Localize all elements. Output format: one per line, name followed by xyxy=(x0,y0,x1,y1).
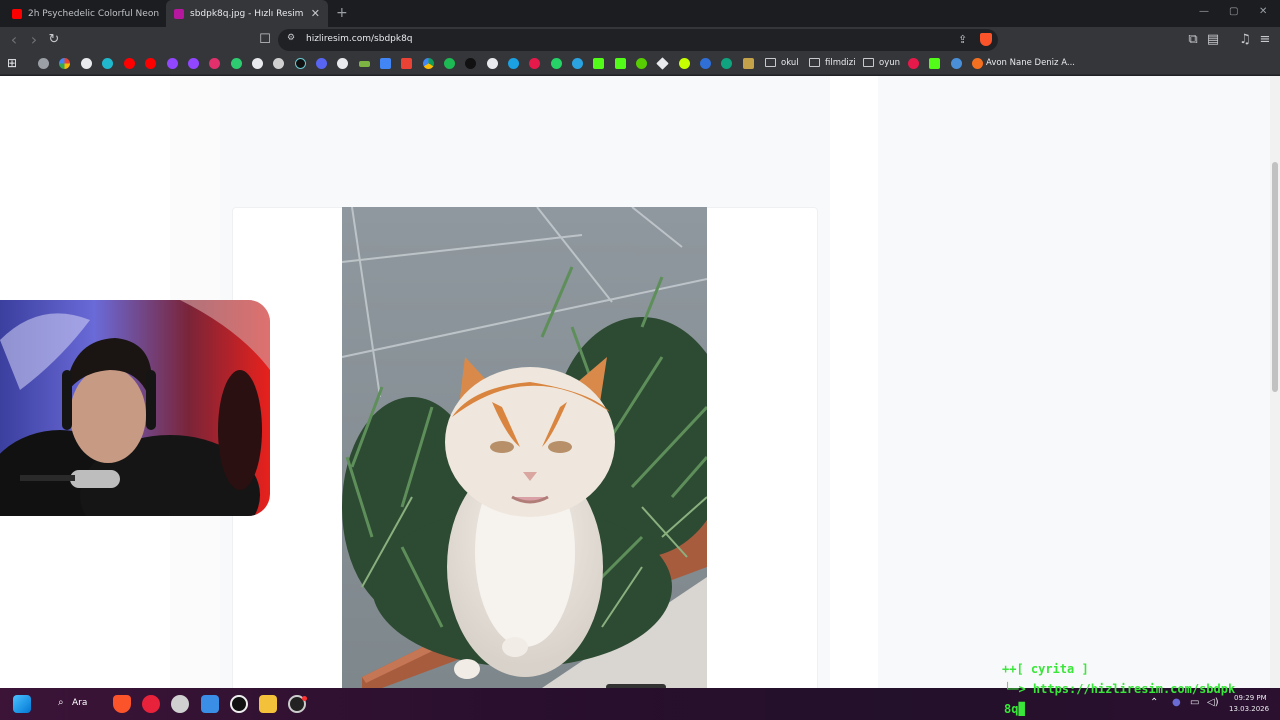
instagram-icon[interactable] xyxy=(209,58,220,69)
overlay-cursor-line: 8q▉ xyxy=(1004,702,1026,716)
threads-icon[interactable] xyxy=(273,58,284,69)
browser-toolbar: ‹ › ↻ ☐ ⚙ hizliresim.com/sbdpk8q ⇪ ⧉ ▤ ♫… xyxy=(0,27,1280,53)
bookmark-avon[interactable]: Avon Nane Deniz A... xyxy=(986,58,1075,68)
chatgpt-icon[interactable] xyxy=(721,58,732,69)
tab-youtube[interactable]: 2h Psychedelic Colorful Neon Backgr xyxy=(4,0,162,27)
media-icon[interactable]: ♫ xyxy=(1236,31,1254,49)
volume-icon[interactable]: ◁) xyxy=(1207,697,1219,708)
close-window-button[interactable]: ✕ xyxy=(1259,6,1267,17)
youtube-icon xyxy=(12,8,22,19)
notification-dot xyxy=(302,696,307,701)
tiktok-icon[interactable] xyxy=(295,58,306,69)
spotify-icon[interactable] xyxy=(444,58,455,69)
apps-icon[interactable]: ⊞ xyxy=(7,56,17,70)
capcut-icon[interactable] xyxy=(337,58,348,69)
github-icon[interactable] xyxy=(487,58,498,69)
google-icon[interactable] xyxy=(59,58,70,69)
mic-icon[interactable]: ● xyxy=(1172,697,1181,708)
media-player-icon[interactable] xyxy=(142,695,160,713)
network-icon[interactable]: ▭ xyxy=(1190,697,1199,708)
brave-icon[interactable] xyxy=(113,695,131,713)
dot-icon[interactable] xyxy=(465,58,476,69)
back-button[interactable]: ‹ xyxy=(5,31,23,49)
close-tab-icon[interactable]: ✕ xyxy=(311,7,320,20)
edge-icon[interactable] xyxy=(508,58,519,69)
brave-shield-icon[interactable] xyxy=(980,33,992,46)
gmail-icon[interactable] xyxy=(401,58,412,69)
tradingview-icon[interactable] xyxy=(231,58,242,69)
kick-icon[interactable] xyxy=(615,58,626,69)
file-explorer-icon[interactable] xyxy=(259,695,277,713)
folder-icon xyxy=(809,58,820,67)
sidebar-icon[interactable]: ▤ xyxy=(1204,31,1222,49)
folder-icon xyxy=(863,58,874,67)
bookmark-folder-okul[interactable]: okul xyxy=(781,58,799,68)
tab-hizliresim[interactable]: sbdpk8q.jpg - Hızlı Resim ✕ xyxy=(166,0,328,27)
cat-photo[interactable] xyxy=(342,207,707,688)
puzzle-icon[interactable] xyxy=(679,58,690,69)
chrome-icon[interactable] xyxy=(81,58,92,69)
bookmark-folder-oyun[interactable]: oyun xyxy=(879,58,900,68)
webcam-overlay xyxy=(0,300,270,516)
menu-icon[interactable]: ≡ xyxy=(1256,31,1274,49)
new-tab-button[interactable]: + xyxy=(336,5,348,21)
telegram-icon[interactable] xyxy=(572,58,583,69)
taskbar-time[interactable]: 09:29 PM xyxy=(1234,694,1267,702)
share-icon[interactable]: ⇪ xyxy=(958,33,967,46)
taskbar-search-label[interactable]: Ara xyxy=(72,698,87,708)
drop-icon[interactable] xyxy=(700,58,711,69)
obs-icon[interactable] xyxy=(171,695,189,713)
tray-chevron-icon[interactable]: ⌃ xyxy=(1150,697,1158,708)
history-icon[interactable] xyxy=(38,58,49,69)
minimize-button[interactable]: — xyxy=(1199,6,1209,17)
app-icon[interactable] xyxy=(529,58,540,69)
webcam-feed xyxy=(0,300,270,516)
duolingo-icon[interactable] xyxy=(636,58,647,69)
x-icon[interactable] xyxy=(252,58,263,69)
tab-strip: 2h Psychedelic Colorful Neon Backgr sbdp… xyxy=(0,0,1280,27)
avon-icon xyxy=(972,58,983,69)
app-icon[interactable] xyxy=(230,695,248,713)
notion-icon[interactable] xyxy=(656,57,669,70)
app-icon[interactable] xyxy=(908,58,919,69)
youtube-icon[interactable] xyxy=(145,58,156,69)
kick-icon[interactable] xyxy=(593,58,604,69)
bookmark-folder-filmdizi[interactable]: filmdizi xyxy=(825,58,856,68)
forward-button[interactable]: › xyxy=(25,31,43,49)
taskbar-date[interactable]: 13.03.2026 xyxy=(1229,705,1269,713)
maximize-button[interactable]: ▢ xyxy=(1229,6,1238,17)
search-icon[interactable]: ⌕ xyxy=(58,697,64,708)
right-sidebar xyxy=(878,76,1270,688)
plane-icon[interactable] xyxy=(951,58,962,69)
tab-title: 2h Psychedelic Colorful Neon Backgr xyxy=(28,8,162,19)
photos-icon[interactable] xyxy=(201,695,219,713)
twitch-icon[interactable] xyxy=(188,58,199,69)
reload-button[interactable]: ↻ xyxy=(45,31,63,49)
address-bar[interactable]: ⚙ hizliresim.com/sbdpk8q ⇪ xyxy=(278,29,998,51)
docs-icon[interactable] xyxy=(380,58,391,69)
twitch-icon[interactable] xyxy=(167,58,178,69)
folder-icon xyxy=(765,58,776,67)
kick-icon[interactable] xyxy=(929,58,940,69)
whatsapp-icon[interactable] xyxy=(551,58,562,69)
discord-icon[interactable] xyxy=(316,58,327,69)
extensions-icon[interactable]: ⧉ xyxy=(1184,31,1202,49)
page-scrollbar[interactable] xyxy=(1270,76,1280,688)
bar-icon[interactable] xyxy=(359,61,370,67)
windows-start-icon[interactable] xyxy=(13,695,31,713)
bookmark-page-button[interactable]: ☐ xyxy=(256,31,274,49)
perplexity-icon[interactable] xyxy=(102,58,113,69)
youtube-icon[interactable] xyxy=(124,58,135,69)
overlay-user-line: ++[ cyrita ] xyxy=(1002,662,1089,676)
photo-icon[interactable] xyxy=(743,58,754,69)
site-info-icon[interactable]: ⚙ xyxy=(287,33,295,43)
hizliresim-icon xyxy=(174,8,184,19)
tab-title: sbdpk8q.jpg - Hızlı Resim xyxy=(190,8,304,19)
scrollbar-thumb[interactable] xyxy=(1272,162,1278,392)
url-text[interactable]: hizliresim.com/sbdpk8q xyxy=(306,34,413,44)
drive-icon[interactable] xyxy=(423,58,434,69)
overlay-url-line: └─> https://hizliresim.com/sbdpk xyxy=(1004,682,1236,696)
bookmarks-bar: ⊞ okul filmdizi oyun Avon Nane Deniz A..… xyxy=(0,53,1280,75)
